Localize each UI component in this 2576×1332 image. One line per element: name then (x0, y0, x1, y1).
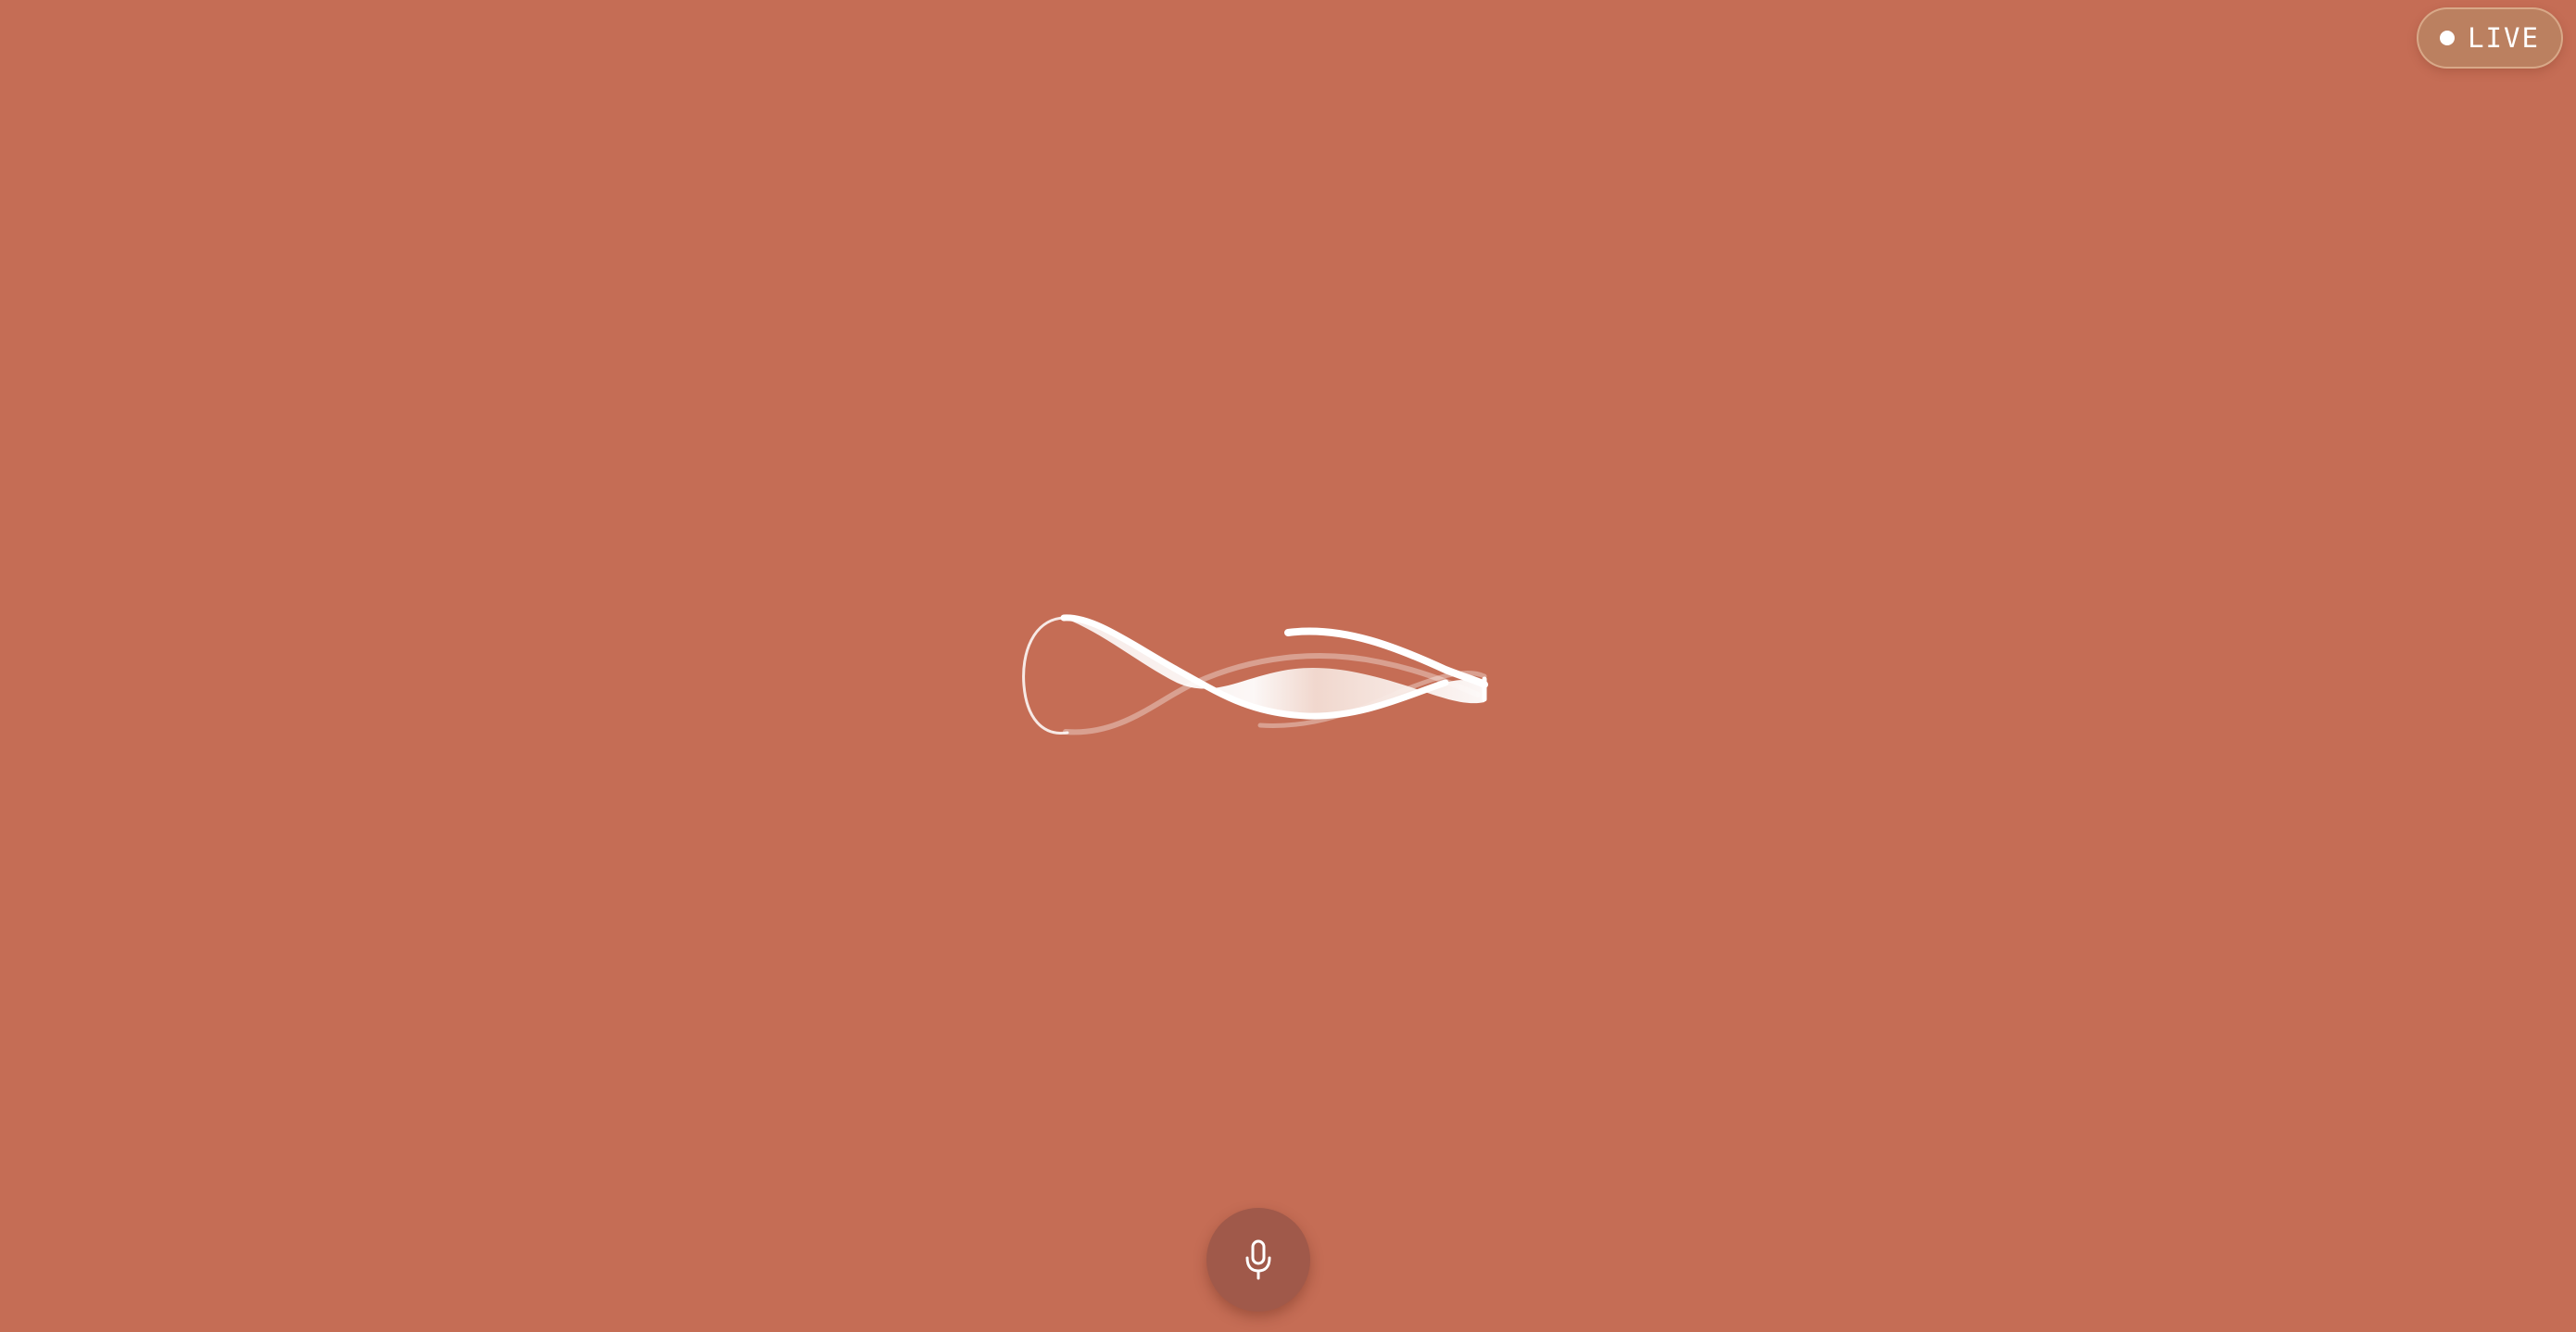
voice-stage: LIVE (0, 0, 2576, 1332)
live-label: LIVE (2468, 22, 2540, 54)
microphone-icon (1245, 1239, 1271, 1280)
live-status-badge: LIVE (2417, 7, 2563, 69)
microphone-button[interactable] (1206, 1208, 1310, 1312)
infinity-ribbon-icon (1022, 614, 1488, 735)
live-indicator-dot (2440, 31, 2456, 45)
